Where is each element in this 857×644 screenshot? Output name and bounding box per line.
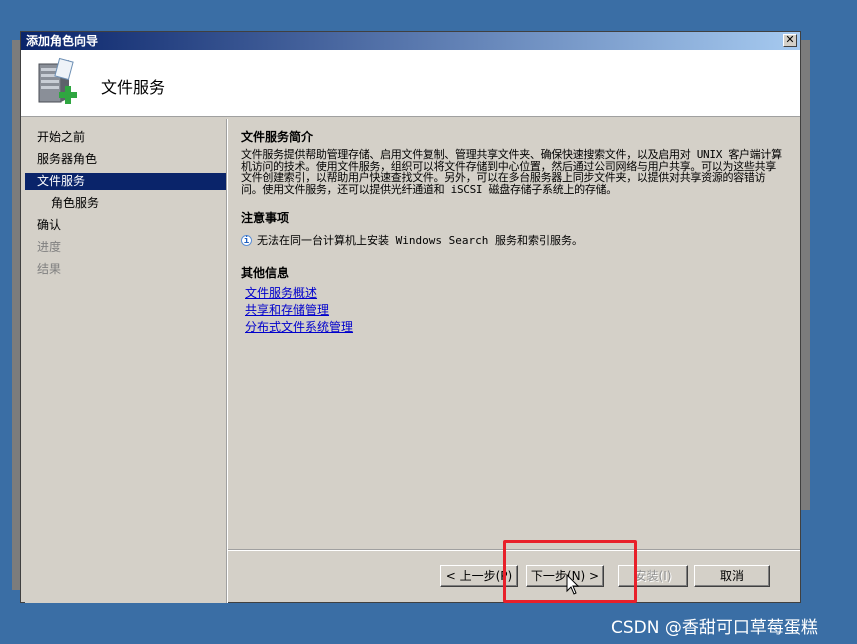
notes-heading: 注意事项	[241, 211, 290, 225]
nav-item-server-roles[interactable]: 服务器角色	[25, 151, 226, 168]
close-icon: ✕	[785, 33, 795, 46]
nav-item-results: 结果	[37, 262, 62, 276]
nav-item-before-you-begin[interactable]: 开始之前	[25, 129, 226, 146]
more-info-heading: 其他信息	[241, 266, 290, 280]
link-share-storage-management[interactable]: 共享和存储管理	[245, 302, 786, 319]
add-roles-wizard-window: 添加角色向导 ✕ 文件服务 开始之前 服务器角色 文件服务 角色服务 确认 进度…	[20, 31, 801, 603]
note-row: i 无法在同一台计算机上安装 Windows Search 服务和索引服务。	[241, 232, 786, 248]
watermark-text: CSDN @香甜可口草莓蛋糕	[611, 618, 818, 638]
cancel-button[interactable]: 取消	[694, 565, 770, 587]
wizard-header: 文件服务	[21, 50, 800, 117]
window-title: 添加角色向导	[26, 34, 99, 48]
nav-item-progress: 进度	[37, 240, 62, 254]
link-file-services-overview[interactable]: 文件服务概述	[245, 285, 786, 302]
wizard-nav: 开始之前 服务器角色 文件服务 角色服务 确认 进度 结果	[25, 119, 226, 603]
intro-text: 文件服务提供帮助管理存储、启用文件复制、管理共享文件夹、确保快速搜索文件，以及启…	[241, 148, 782, 196]
background-window-edge-right	[800, 40, 810, 510]
more-info-links: 文件服务概述 共享和存储管理 分布式文件系统管理	[241, 285, 786, 336]
nav-item-file-services[interactable]: 文件服务	[25, 173, 226, 190]
note-text: 无法在同一台计算机上安装 Windows Search 服务和索引服务。	[257, 234, 583, 247]
intro-heading: 文件服务简介	[241, 130, 314, 144]
nav-item-confirmation[interactable]: 确认	[25, 217, 226, 234]
link-dfs-management[interactable]: 分布式文件系统管理	[245, 319, 786, 336]
content-pane: 文件服务简介 文件服务提供帮助管理存储、启用文件复制、管理共享文件夹、确保快速搜…	[241, 128, 786, 336]
nav-divider	[226, 119, 228, 603]
close-button[interactable]: ✕	[783, 34, 797, 47]
mouse-cursor-icon	[566, 574, 580, 595]
info-icon: i	[241, 234, 252, 246]
page-title: 文件服务	[101, 78, 166, 97]
server-add-icon	[38, 57, 77, 104]
nav-item-role-services[interactable]: 角色服务	[25, 195, 226, 212]
title-bar[interactable]: 添加角色向导 ✕	[21, 32, 800, 50]
